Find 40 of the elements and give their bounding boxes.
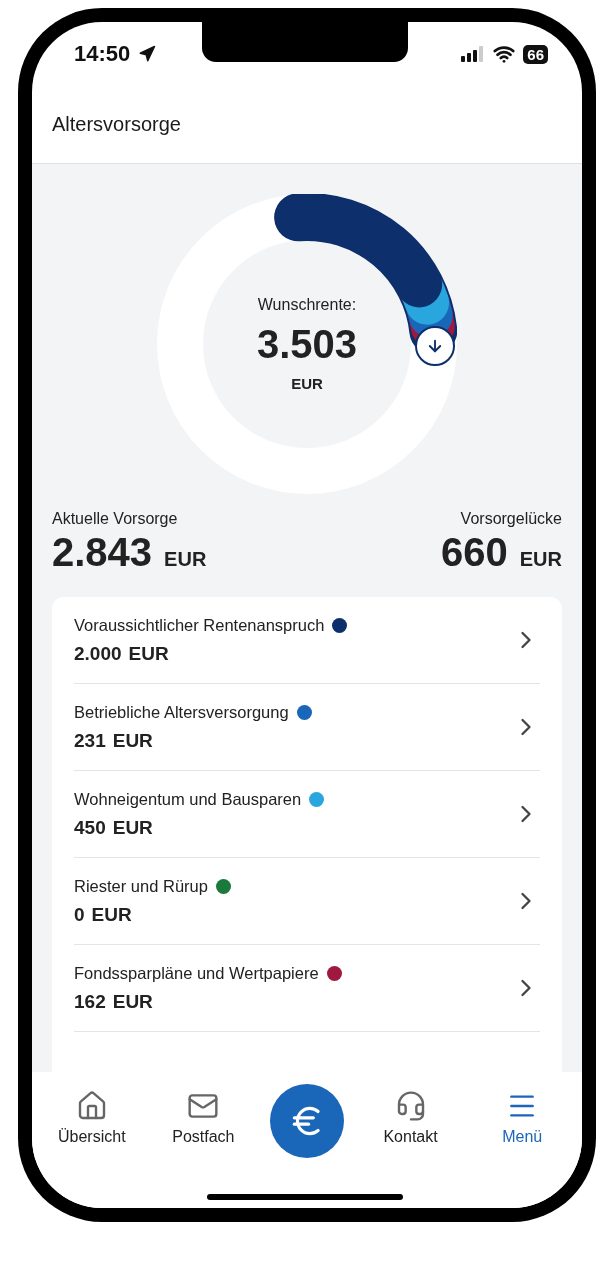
item-unit: EUR xyxy=(112,816,153,839)
pension-item[interactable]: Betriebliche Altersversorgung 231 EUR xyxy=(74,684,540,771)
item-name: Wohneigentum und Bausparen xyxy=(74,789,302,809)
item-amount: 231 xyxy=(74,729,106,752)
page-title: Altersvorsorge xyxy=(52,113,181,136)
pension-item[interactable]: Fondssparpläne und Wertpapiere 162 EUR xyxy=(74,945,540,1032)
pension-item[interactable]: Voraussichtlicher Rentenanspruch 2.000 EUR xyxy=(74,597,540,684)
item-unit: EUR xyxy=(91,903,132,926)
summary-unit: EUR xyxy=(164,548,207,571)
summary-value: 2.843 xyxy=(52,530,153,575)
summary-value: 660 xyxy=(441,530,508,575)
battery-level: 66 xyxy=(523,44,548,64)
wifi-icon xyxy=(493,43,516,65)
pension-item[interactable]: Wohneigentum und Bausparen 450 EUR xyxy=(74,771,540,858)
location-icon xyxy=(138,45,157,63)
item-name: Fondssparpläne und Wertpapiere xyxy=(74,963,319,983)
item-name: Betriebliche Altersversorgung xyxy=(74,702,289,722)
gauge-value: 3.503 xyxy=(256,322,358,367)
item-amount: 0 xyxy=(74,903,85,926)
gauge-unit: EUR xyxy=(291,375,323,392)
summary-label: Aktuelle Vorsorge xyxy=(52,510,178,528)
nav-tab[interactable]: Postfach xyxy=(158,1090,249,1146)
signal-icon xyxy=(461,46,486,62)
item-amount: 450 xyxy=(74,816,106,839)
gauge-label: Wunschrente: xyxy=(257,296,357,314)
item-unit: EUR xyxy=(128,642,169,665)
summary-unit: EUR xyxy=(519,548,562,571)
item-unit: EUR xyxy=(112,729,153,752)
status-time: 14:50 xyxy=(74,41,131,67)
item-unit: EUR xyxy=(112,990,153,1013)
item-name: Riester und Rürup xyxy=(74,876,208,896)
summary-label: Vorsorgelücke xyxy=(460,510,562,528)
nav-tab[interactable]: Kontakt xyxy=(365,1090,456,1146)
item-amount: 162 xyxy=(74,990,106,1013)
item-amount: 2.000 xyxy=(74,642,122,665)
down-arrow-icon xyxy=(426,337,444,355)
nav-tab[interactable]: Menü xyxy=(477,1090,568,1146)
pension-item[interactable]: Riester und Rürup 0 EUR xyxy=(74,858,540,945)
item-name: Voraussichtlicher Rentenanspruch xyxy=(74,615,325,635)
nav-tab[interactable]: Übersicht xyxy=(46,1090,137,1146)
